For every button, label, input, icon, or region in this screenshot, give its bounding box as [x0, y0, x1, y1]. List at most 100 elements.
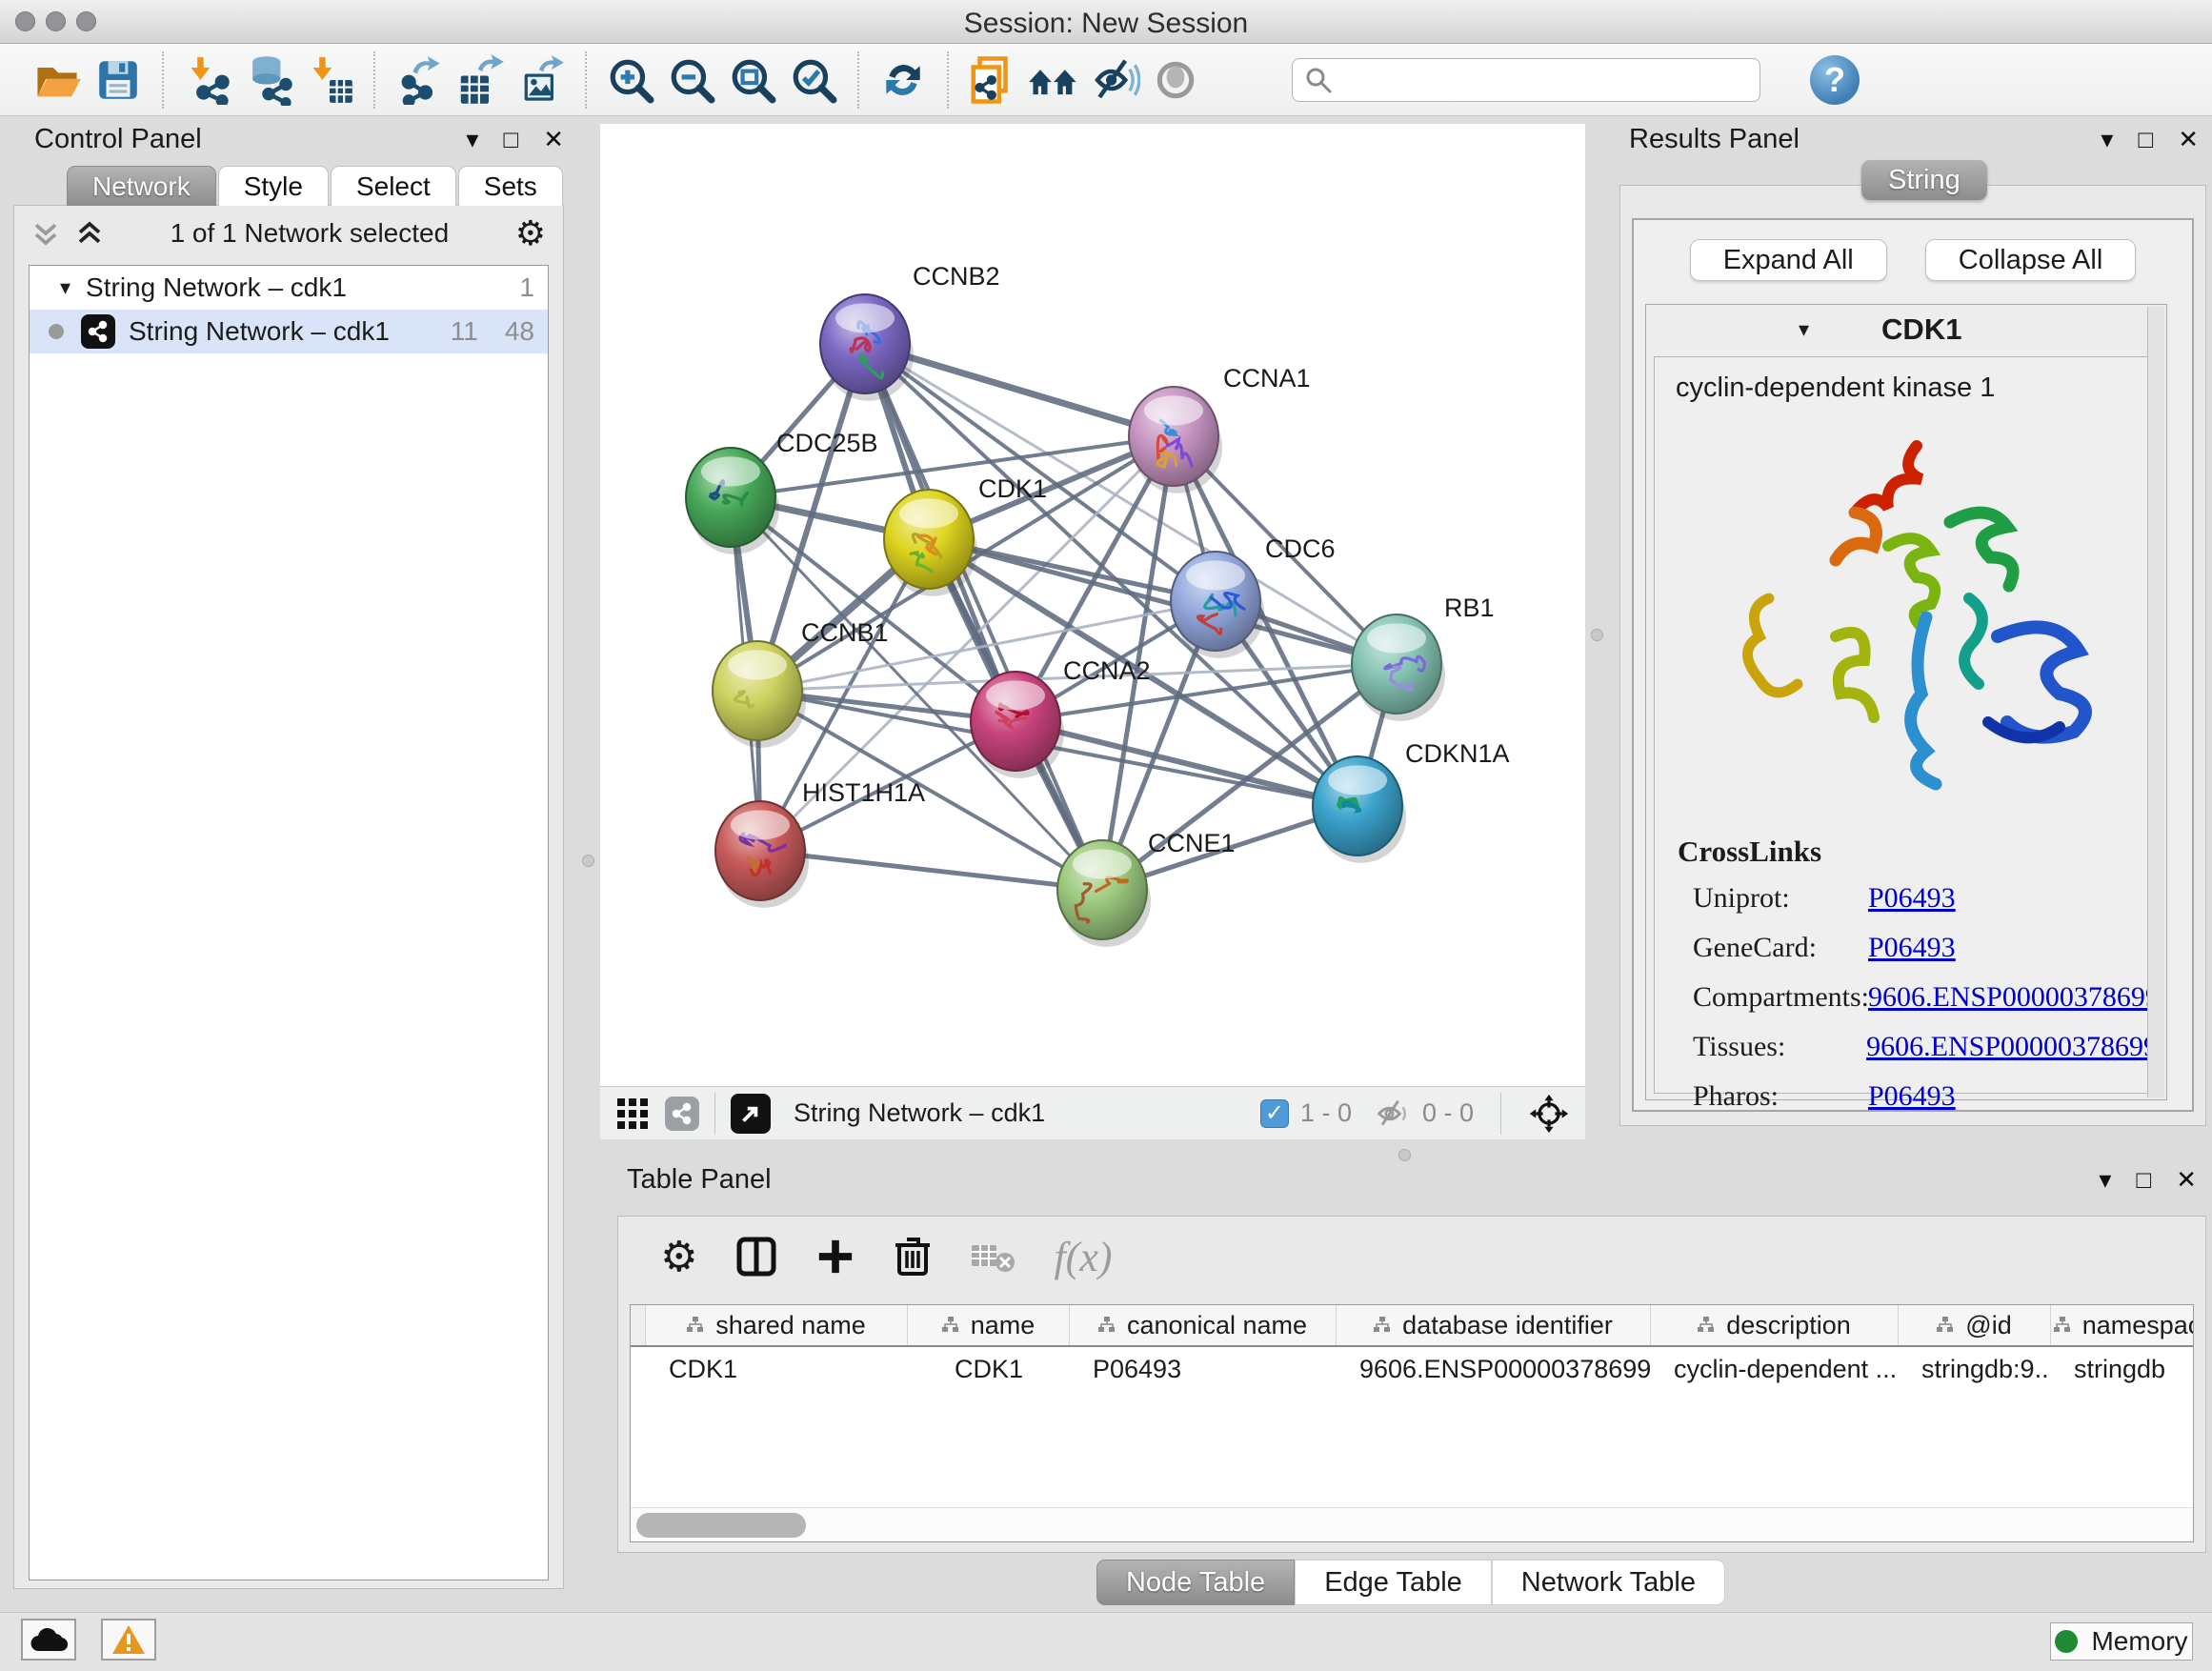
show-hidden-button[interactable]: [1145, 50, 1206, 111]
search-input[interactable]: [1333, 65, 1733, 94]
table-row[interactable]: CDK1CDK1P064939606.ENSP00000378699cyclin…: [631, 1347, 2193, 1391]
column-type-icon: [1098, 1317, 1116, 1334]
panel-close-icon[interactable]: ✕: [2178, 125, 2199, 154]
column-type-icon: [2054, 1317, 2071, 1334]
panel-close-icon[interactable]: ✕: [543, 125, 564, 154]
network-edge-HIST1H1A-CCNE1[interactable]: [760, 851, 1102, 890]
crosslink-link[interactable]: P06493: [1868, 1080, 1956, 1113]
cloud-button[interactable]: [21, 1619, 76, 1661]
panel-menu-icon[interactable]: ▾: [466, 125, 478, 154]
delete-column-icon[interactable]: [894, 1236, 932, 1278]
table-cell[interactable]: 9606.ENSP00000378699: [1337, 1347, 1651, 1391]
network-node-CCNB1[interactable]: CCNB1: [713, 618, 889, 748]
network-collection-row[interactable]: ▾ String Network – cdk1 1: [30, 266, 548, 310]
table-cell[interactable]: CDK1: [646, 1347, 908, 1391]
import-network-button[interactable]: [177, 50, 238, 111]
network-node-CDKN1A[interactable]: CDKN1A: [1313, 739, 1510, 863]
bottom-splitter-handle[interactable]: [1398, 1149, 1411, 1161]
duplicate-network-button[interactable]: [962, 50, 1023, 111]
network-node-HIST1H1A[interactable]: HIST1H1A: [715, 778, 925, 908]
crosslink-link[interactable]: P06493: [1868, 882, 1956, 915]
network-options-gear-icon[interactable]: ⚙: [515, 214, 546, 253]
export-network-button[interactable]: [389, 50, 450, 111]
protein-structure-image: [1712, 417, 2112, 827]
help-button[interactable]: ?: [1810, 55, 1860, 105]
open-session-button[interactable]: [27, 50, 88, 111]
fit-content-crosshair-icon[interactable]: [1528, 1093, 1570, 1135]
crosslink-link[interactable]: 9606.ENSP00000378699: [1868, 981, 2160, 1014]
tab-network[interactable]: Network: [67, 166, 216, 206]
panel-close-icon[interactable]: ✕: [2176, 1165, 2197, 1195]
tree-expand-icon[interactable]: ▾: [60, 275, 70, 300]
column-type-icon: [1698, 1317, 1715, 1334]
network-canvas[interactable]: CCNB2CCNA1CDC25BCDK1CDC6RB1CCNB1CCNA2CDK…: [600, 124, 1585, 1086]
tab-style[interactable]: Style: [218, 166, 329, 206]
network-view[interactable]: CCNB2CCNA1CDC25BCDK1CDC6RB1CCNB1CCNA2CDK…: [600, 124, 1585, 1139]
table-hscrollbar[interactable]: [631, 1507, 2193, 1541]
column-header-database-identifier[interactable]: database identifier: [1337, 1305, 1651, 1345]
panel-float-icon[interactable]: □: [503, 125, 518, 154]
tab-string[interactable]: String: [1861, 160, 1987, 200]
tab-network-table[interactable]: Network Table: [1492, 1560, 1725, 1605]
network-edge-CCNB2-CCNE1[interactable]: [865, 344, 1102, 890]
network-node-CDK1[interactable]: CDK1: [884, 474, 1047, 596]
panel-float-icon[interactable]: □: [2138, 125, 2153, 154]
network-share-icon[interactable]: [665, 1097, 699, 1131]
tab-edge-table[interactable]: Edge Table: [1295, 1560, 1492, 1605]
import-network-from-database-button[interactable]: [238, 50, 299, 111]
save-session-button[interactable]: [88, 50, 149, 111]
panel-float-icon[interactable]: □: [2136, 1165, 2151, 1195]
network-node-CCNE1[interactable]: CCNE1: [1057, 829, 1236, 947]
panel-menu-icon[interactable]: ▾: [2101, 125, 2113, 154]
import-table-button[interactable]: [299, 50, 360, 111]
table-cell[interactable]: P06493: [1070, 1347, 1337, 1391]
right-splitter-handle[interactable]: [1591, 629, 1603, 641]
export-image-button[interactable]: [511, 50, 572, 111]
expand-all-icon[interactable]: [75, 219, 104, 248]
network-row[interactable]: String Network – cdk1 11 48: [30, 310, 548, 353]
collapse-all-icon[interactable]: [31, 219, 60, 248]
memory-button[interactable]: Memory: [2050, 1622, 2193, 1661]
table-cell[interactable]: cyclin-dependent ...: [1651, 1347, 1899, 1391]
zoom-in-button[interactable]: [600, 50, 661, 111]
column-header-description[interactable]: description: [1651, 1305, 1899, 1345]
column-header-name[interactable]: name: [908, 1305, 1070, 1345]
selected-checkbox-icon[interactable]: ✓: [1260, 1099, 1289, 1128]
zoom-selected-button[interactable]: [783, 50, 844, 111]
column-header-canonical-name[interactable]: canonical name: [1070, 1305, 1337, 1345]
column-header-@id[interactable]: @id: [1899, 1305, 2051, 1345]
add-column-icon[interactable]: [815, 1237, 855, 1277]
table-cell[interactable]: CDK1: [908, 1347, 1070, 1391]
tab-node-table[interactable]: Node Table: [1096, 1560, 1295, 1605]
results-scrollbar[interactable]: [2147, 307, 2164, 1097]
export-table-button[interactable]: [450, 50, 511, 111]
hscrollbar-thumb[interactable]: [636, 1513, 806, 1538]
collapse-all-button[interactable]: Collapse All: [1925, 239, 2137, 281]
column-header-namespace[interactable]: namespace: [2051, 1305, 2194, 1345]
network-node-CCNA1[interactable]: CCNA1: [1129, 364, 1311, 493]
open-in-window-icon[interactable]: [731, 1094, 771, 1134]
network-node-CCNB2[interactable]: CCNB2: [820, 262, 1000, 401]
expand-all-button[interactable]: Expand All: [1690, 239, 1887, 281]
left-splitter-handle[interactable]: [582, 855, 594, 867]
tab-select[interactable]: Select: [331, 166, 456, 206]
section-collapse-icon[interactable]: ▾: [1799, 317, 1809, 342]
tab-sets[interactable]: Sets: [458, 166, 563, 206]
table-options-gear-icon[interactable]: ⚙: [660, 1233, 697, 1281]
network-node-RB1[interactable]: RB1: [1352, 594, 1495, 721]
zoom-out-button[interactable]: [661, 50, 722, 111]
crosslink-link[interactable]: 9606.ENSP00000378699: [1866, 1031, 2158, 1063]
crosslink-link[interactable]: P06493: [1868, 932, 1956, 964]
birds-eye-grid-icon[interactable]: [615, 1097, 650, 1131]
hide-selected-button[interactable]: [1084, 50, 1145, 111]
column-header-shared-name[interactable]: shared name: [646, 1305, 908, 1345]
panel-menu-icon[interactable]: ▾: [2099, 1165, 2111, 1195]
warnings-button[interactable]: [101, 1619, 156, 1661]
table-cell[interactable]: stringdb: [2051, 1347, 2194, 1391]
refresh-button[interactable]: [873, 50, 934, 111]
home-button[interactable]: [1023, 50, 1084, 111]
show-columns-icon[interactable]: [735, 1236, 777, 1278]
zoom-fit-button[interactable]: [722, 50, 783, 111]
export-network-icon: [394, 55, 444, 105]
table-cell[interactable]: stringdb:9...: [1899, 1347, 2051, 1391]
